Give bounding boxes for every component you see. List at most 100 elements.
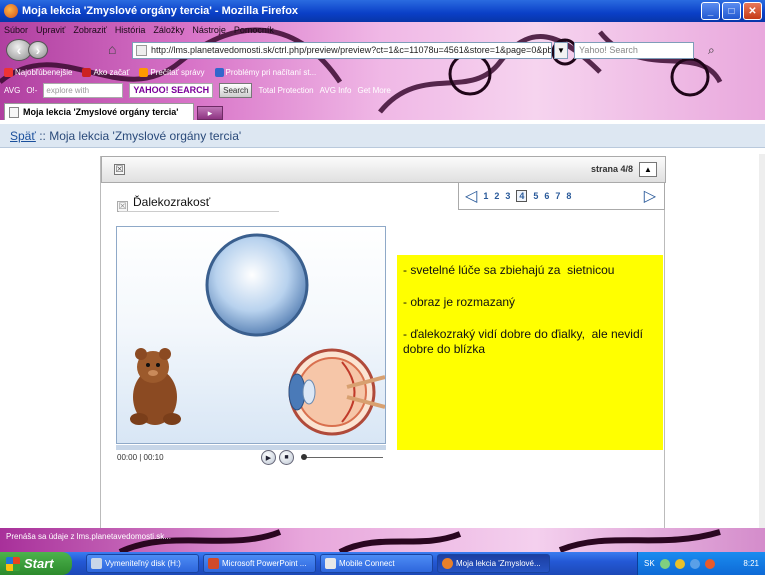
- avg-info-button[interactable]: AVG Info: [320, 86, 352, 95]
- page-link-5[interactable]: 5: [533, 191, 538, 201]
- start-button[interactable]: Start: [0, 552, 72, 575]
- page-favicon-icon: [136, 44, 147, 56]
- bookmark-item[interactable]: Prečítať správy: [139, 67, 205, 77]
- yahoo-o-icon[interactable]: O!-: [26, 86, 37, 95]
- bookmark-icon: [4, 67, 13, 77]
- rss-icon: [139, 67, 149, 77]
- title-divider: [119, 211, 279, 212]
- player-controls: ▶ ■: [261, 450, 383, 465]
- menu-view[interactable]: Zobraziť: [73, 25, 106, 35]
- drive-icon: [91, 558, 102, 569]
- vertical-scrollbar[interactable]: [759, 154, 765, 528]
- close-button[interactable]: ✕: [743, 2, 762, 20]
- firefox-icon: [4, 4, 18, 18]
- clock: 8:21: [743, 559, 759, 568]
- windows-taskbar: Start Vymeniteľný disk (H:) Microsoft Po…: [0, 552, 765, 575]
- bookmark-item[interactable]: Problémy pri načítaní st...: [214, 67, 316, 77]
- taskbar-item[interactable]: Mobile Connect: [320, 554, 433, 573]
- firefox-window: Moja lekcia 'Zmyslové orgány tercia' - M…: [0, 0, 765, 575]
- menu-history[interactable]: História: [115, 25, 146, 35]
- firefox-icon: [442, 558, 453, 569]
- navigation-bar: ‹ › ⌂ http://lms.planetavedomosti.sk/ctr…: [0, 38, 765, 62]
- tray-icon[interactable]: [704, 558, 715, 569]
- menu-bookmarks[interactable]: Záložky: [153, 25, 184, 35]
- maximize-button[interactable]: □: [722, 2, 741, 20]
- search-icon[interactable]: ⌕: [708, 43, 715, 58]
- breadcrumb-current: Moja lekcia 'Zmyslové orgány tercia': [49, 128, 242, 143]
- animation-panel: [116, 226, 386, 444]
- window-title: Moja lekcia 'Zmyslové orgány tercia' - M…: [22, 5, 299, 17]
- menu-file[interactable]: Súbor: [4, 25, 28, 35]
- slide-title: Ďalekozrakosť: [133, 195, 211, 209]
- windows-logo-icon: [6, 556, 20, 571]
- bookmark-item[interactable]: Najobľúbenejšie: [4, 67, 72, 77]
- menu-bar: Súbor Upraviť Zobraziť História Záložky …: [0, 22, 274, 38]
- stop-button[interactable]: ■: [279, 450, 294, 465]
- taskbar-item[interactable]: Microsoft PowerPoint ...: [203, 554, 316, 573]
- explanation-box: - svetelné lúče sa zbiehajú za sietnicou…: [397, 255, 663, 450]
- url-dropdown-button[interactable]: ▼: [554, 41, 568, 59]
- yahoo-logo: YAHOO! SEARCH: [129, 82, 214, 98]
- volume-slider[interactable]: [301, 454, 383, 460]
- page-content: Späť :: Moja lekcia 'Zmyslové orgány ter…: [0, 120, 765, 528]
- tab-active[interactable]: Moja lekcia 'Zmyslové orgány tercia': [4, 103, 194, 120]
- page-link-1[interactable]: 1: [483, 191, 488, 201]
- eye-anatomy-icon: [288, 348, 385, 436]
- viewer-header: ☒ strana 4/8 ▲: [101, 156, 666, 183]
- back-link[interactable]: Späť: [10, 129, 36, 143]
- page-link-4[interactable]: 4: [516, 190, 528, 202]
- taskbar-item-active[interactable]: Moja lekcia 'Zmyslové...: [437, 554, 550, 573]
- prev-page-icon[interactable]: ◁: [465, 186, 477, 206]
- tray-icon[interactable]: [659, 558, 670, 569]
- page-link-3[interactable]: 3: [505, 191, 510, 201]
- minimize-button[interactable]: _: [701, 2, 720, 20]
- play-button[interactable]: ▶: [261, 450, 276, 465]
- url-text: http://lms.planetavedomosti.sk/ctrl.php/…: [151, 45, 552, 55]
- total-protection-button[interactable]: Total Protection: [258, 86, 313, 95]
- powerpoint-icon: [208, 558, 219, 569]
- playback-time: 00:00 | 00:10: [117, 453, 164, 462]
- tray-icon[interactable]: [689, 558, 700, 569]
- bullet-text: - ďalekozraký vidí dobre do ďialky, ale …: [403, 327, 643, 356]
- page-link-8[interactable]: 8: [566, 191, 571, 201]
- eye-illustration: [130, 233, 385, 436]
- yahoo-toolbar: AVG O!- explore with YAHOO! SEARCH Searc…: [0, 80, 391, 100]
- tab-strip: Moja lekcia 'Zmyslové orgány tercia' ▸: [0, 102, 765, 120]
- avg-logo: AVG: [4, 85, 21, 95]
- bookmark-item[interactable]: Ako začať: [82, 67, 129, 77]
- status-text: Prenáša sa údaje z lms.planetavedomosti.…: [6, 532, 171, 541]
- page-link-2[interactable]: 2: [494, 191, 499, 201]
- url-bar[interactable]: http://lms.planetavedomosti.sk/ctrl.php/…: [132, 41, 552, 59]
- close-icon[interactable]: ☒: [114, 164, 125, 175]
- page-link-7[interactable]: 7: [555, 191, 560, 201]
- menu-tools[interactable]: Nástroje: [192, 25, 226, 35]
- home-icon[interactable]: ⌂: [108, 41, 126, 59]
- search-input[interactable]: Yahoo! Search: [574, 41, 694, 59]
- page-link-6[interactable]: 6: [544, 191, 549, 201]
- menu-edit[interactable]: Upraviť: [36, 25, 65, 35]
- page-indicator: strana 4/8: [590, 164, 633, 174]
- bookmarks-bar: Najobľúbenejšie Ako začať Prečítať správ…: [0, 64, 316, 80]
- volume-handle[interactable]: [301, 454, 307, 460]
- bullet-text: - obraz je rozmazaný: [403, 295, 516, 309]
- title-bar: Moja lekcia 'Zmyslové orgány tercia' - M…: [0, 0, 765, 22]
- breadcrumb-separator: ::: [35, 128, 50, 143]
- lens-icon: [205, 233, 309, 337]
- yahoo-search-button[interactable]: Search: [219, 82, 253, 98]
- menu-help[interactable]: Pomocník: [234, 25, 274, 35]
- get-more-button[interactable]: Get More: [357, 86, 390, 95]
- yahoo-search-input[interactable]: explore with: [43, 82, 124, 98]
- forward-button[interactable]: ›: [28, 41, 48, 59]
- collapse-button[interactable]: ▲: [639, 162, 657, 177]
- bookmark-icon: [82, 67, 92, 77]
- status-bar: Prenáša sa údaje z lms.planetavedomosti.…: [0, 528, 765, 552]
- language-indicator[interactable]: SK: [644, 559, 655, 568]
- tray-icon[interactable]: [674, 558, 685, 569]
- new-tab-button[interactable]: ▸: [197, 106, 223, 120]
- taskbar-item[interactable]: Vymeniteľný disk (H:): [86, 554, 199, 573]
- teddy-bear-icon: [130, 348, 181, 425]
- breadcrumb: Späť :: Moja lekcia 'Zmyslové orgány ter…: [0, 124, 765, 148]
- bookmark-icon: [214, 67, 224, 77]
- tab-label: Moja lekcia 'Zmyslové orgány tercia': [23, 107, 179, 117]
- next-page-icon[interactable]: ▷: [644, 186, 656, 206]
